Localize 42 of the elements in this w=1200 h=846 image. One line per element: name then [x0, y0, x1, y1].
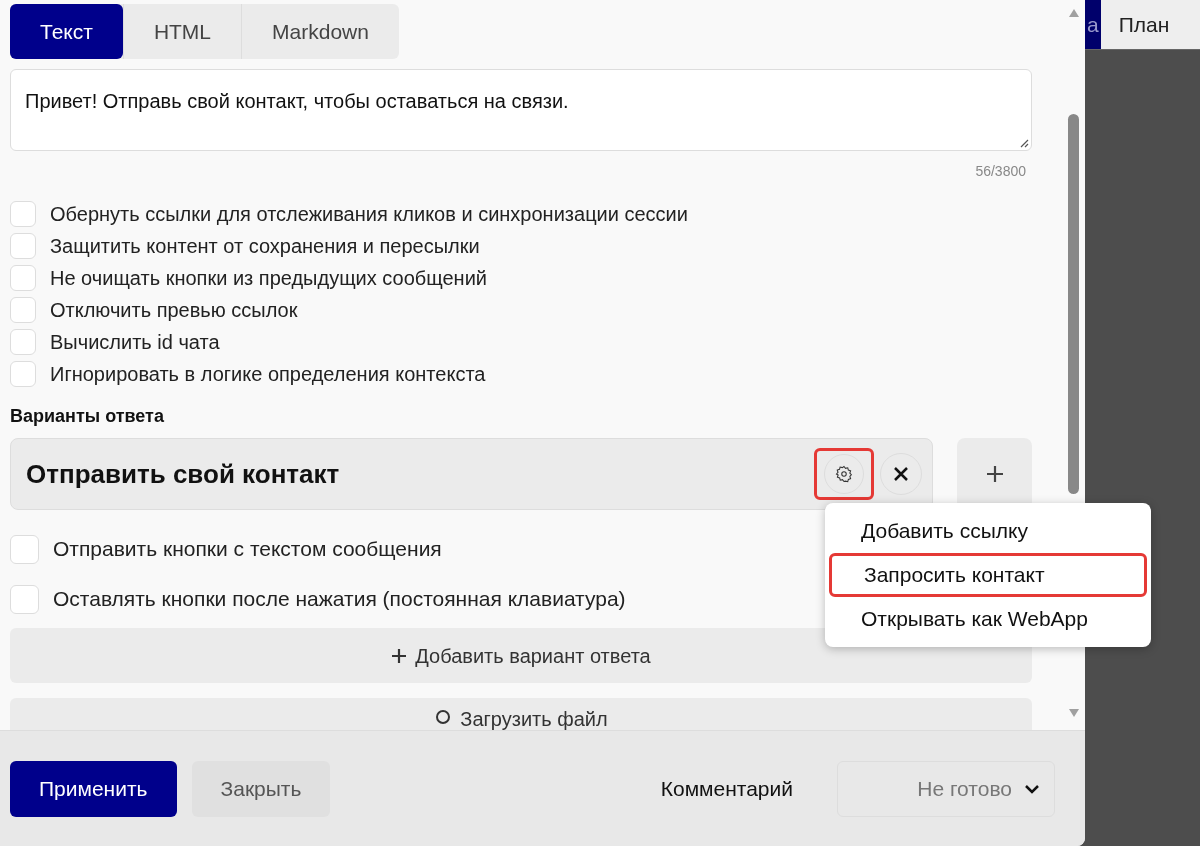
checkbox[interactable]	[10, 361, 36, 387]
scroll-up-icon[interactable]	[1067, 8, 1080, 18]
menu-item[interactable]: Добавить ссылку	[829, 509, 1147, 553]
plus-icon	[985, 465, 1004, 483]
scroll-down-icon[interactable]	[1067, 708, 1080, 718]
tab[interactable]: HTML	[122, 4, 242, 59]
checkbox-label: Отключить превью ссылок	[50, 298, 298, 323]
checkbox-label: Оставлять кнопки после нажатия (постоянная клавиатура)	[53, 586, 626, 613]
checkbox-label: Вычислить id чата	[50, 330, 220, 355]
scrollbar-thumb[interactable]	[1068, 114, 1079, 494]
plus-icon	[391, 647, 408, 664]
tab[interactable]: а	[1085, 0, 1101, 49]
tab[interactable]: План	[1100, 0, 1188, 49]
checkbox[interactable]	[10, 265, 36, 291]
checkbox-label: Игнорировать в логике определения контекста	[50, 362, 486, 387]
checkbox-label: Защитить контент от сохранения и пересылки	[50, 234, 480, 259]
message-text: Привет! Отправь свой контакт, чтобы оставаться на связи.	[25, 90, 569, 112]
checkbox[interactable]	[10, 329, 36, 355]
answer-label: Отправить свой контакт	[26, 457, 341, 491]
message-field[interactable]: Привет! Отправь свой контакт, чтобы оставаться на связи.	[10, 69, 1032, 151]
resize-handle-icon[interactable]	[1019, 138, 1029, 148]
apply-button[interactable]: Применить	[10, 760, 177, 817]
settings-icon	[835, 465, 853, 483]
status-dropdown[interactable]: Не готово	[837, 760, 1055, 817]
checkbox-label: Отправить кнопки с текстом сообщения	[53, 536, 442, 563]
checkbox[interactable]	[10, 233, 36, 259]
character-counter: 56/3800	[975, 162, 1026, 181]
tab[interactable]: Текст	[10, 4, 123, 59]
upload-file-button[interactable]: Загрузить файл	[10, 698, 1032, 730]
close-button[interactable]: Закрыть	[191, 760, 331, 817]
comment-label: Комментарий	[660, 775, 793, 802]
checkbox[interactable]	[10, 534, 39, 564]
checkbox[interactable]	[10, 584, 39, 614]
close-icon	[893, 466, 909, 482]
checkbox-label: Не очищать кнопки из предыдущих сообщений	[50, 266, 487, 291]
menu-item[interactable]: Запросить контакт	[829, 553, 1147, 597]
section-title: Варианты ответа	[10, 405, 165, 428]
checkbox[interactable]	[10, 297, 36, 323]
checkbox[interactable]	[10, 201, 36, 227]
tab[interactable]: Markdown	[241, 4, 399, 59]
checkbox-label: Обернуть ссылки для отслеживания кликов и синхронизации сессии	[50, 202, 688, 227]
chevron-down-icon	[1024, 783, 1040, 794]
